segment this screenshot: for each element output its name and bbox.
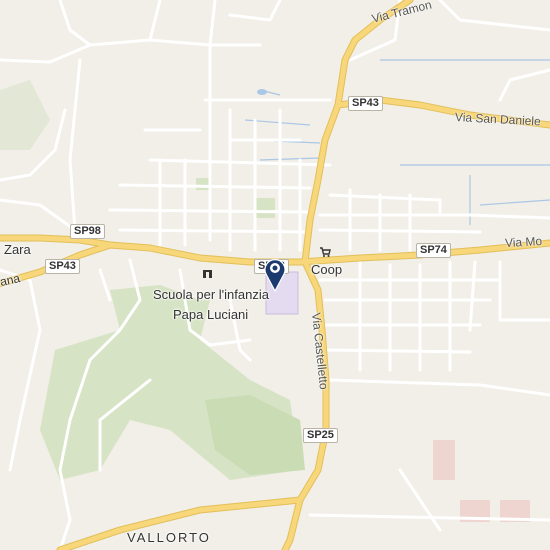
road-shield-sp43-west: SP43 bbox=[45, 259, 80, 274]
minor-road bbox=[148, 158, 332, 167]
pond bbox=[257, 89, 267, 95]
minor-road bbox=[58, 0, 92, 47]
school-icon[interactable] bbox=[202, 268, 214, 280]
road-shield-sp74: SP74 bbox=[416, 243, 451, 258]
water-canal bbox=[479, 199, 550, 206]
location-pin-icon[interactable] bbox=[263, 256, 287, 292]
park-area bbox=[0, 80, 50, 150]
minor-road bbox=[438, 0, 550, 32]
road-shield-sp25: SP25 bbox=[303, 428, 338, 443]
water-canal bbox=[259, 157, 321, 161]
minor-road bbox=[323, 348, 472, 354]
place-vallorto: VALLORTO bbox=[127, 530, 211, 545]
place-zara: Zara bbox=[4, 242, 31, 257]
minor-road bbox=[318, 228, 482, 234]
minor-road bbox=[498, 68, 550, 102]
minor-road bbox=[328, 378, 550, 397]
street-via-mo: Via Mo bbox=[504, 234, 543, 250]
minor-road bbox=[148, 0, 162, 42]
minor-road bbox=[98, 268, 112, 302]
minor-road bbox=[498, 260, 550, 322]
minor-road bbox=[0, 198, 77, 232]
minor-road bbox=[0, 268, 42, 472]
map-view[interactable]: SP43 SP98 SP43 SP74 SP25 SP43 Via Tramon… bbox=[0, 0, 550, 550]
place-school-line2[interactable]: Papa Luciani bbox=[173, 307, 248, 322]
minor-road bbox=[228, 0, 282, 22]
minor-road bbox=[328, 193, 442, 217]
road-shield-sp98: SP98 bbox=[70, 224, 105, 239]
minor-road bbox=[0, 38, 262, 64]
shopping-cart-icon[interactable] bbox=[319, 246, 331, 258]
minor-road bbox=[208, 0, 217, 47]
road-shield-sp43: SP43 bbox=[348, 96, 383, 111]
minor-road bbox=[318, 213, 550, 220]
place-coop[interactable]: Coop bbox=[311, 262, 342, 277]
minor-road bbox=[468, 260, 477, 332]
park-area bbox=[255, 198, 275, 218]
minor-road bbox=[68, 58, 82, 232]
place-school-line1[interactable]: Scuola per l'infanzia bbox=[153, 287, 269, 302]
sports-field bbox=[433, 440, 455, 480]
park-area bbox=[196, 178, 210, 190]
